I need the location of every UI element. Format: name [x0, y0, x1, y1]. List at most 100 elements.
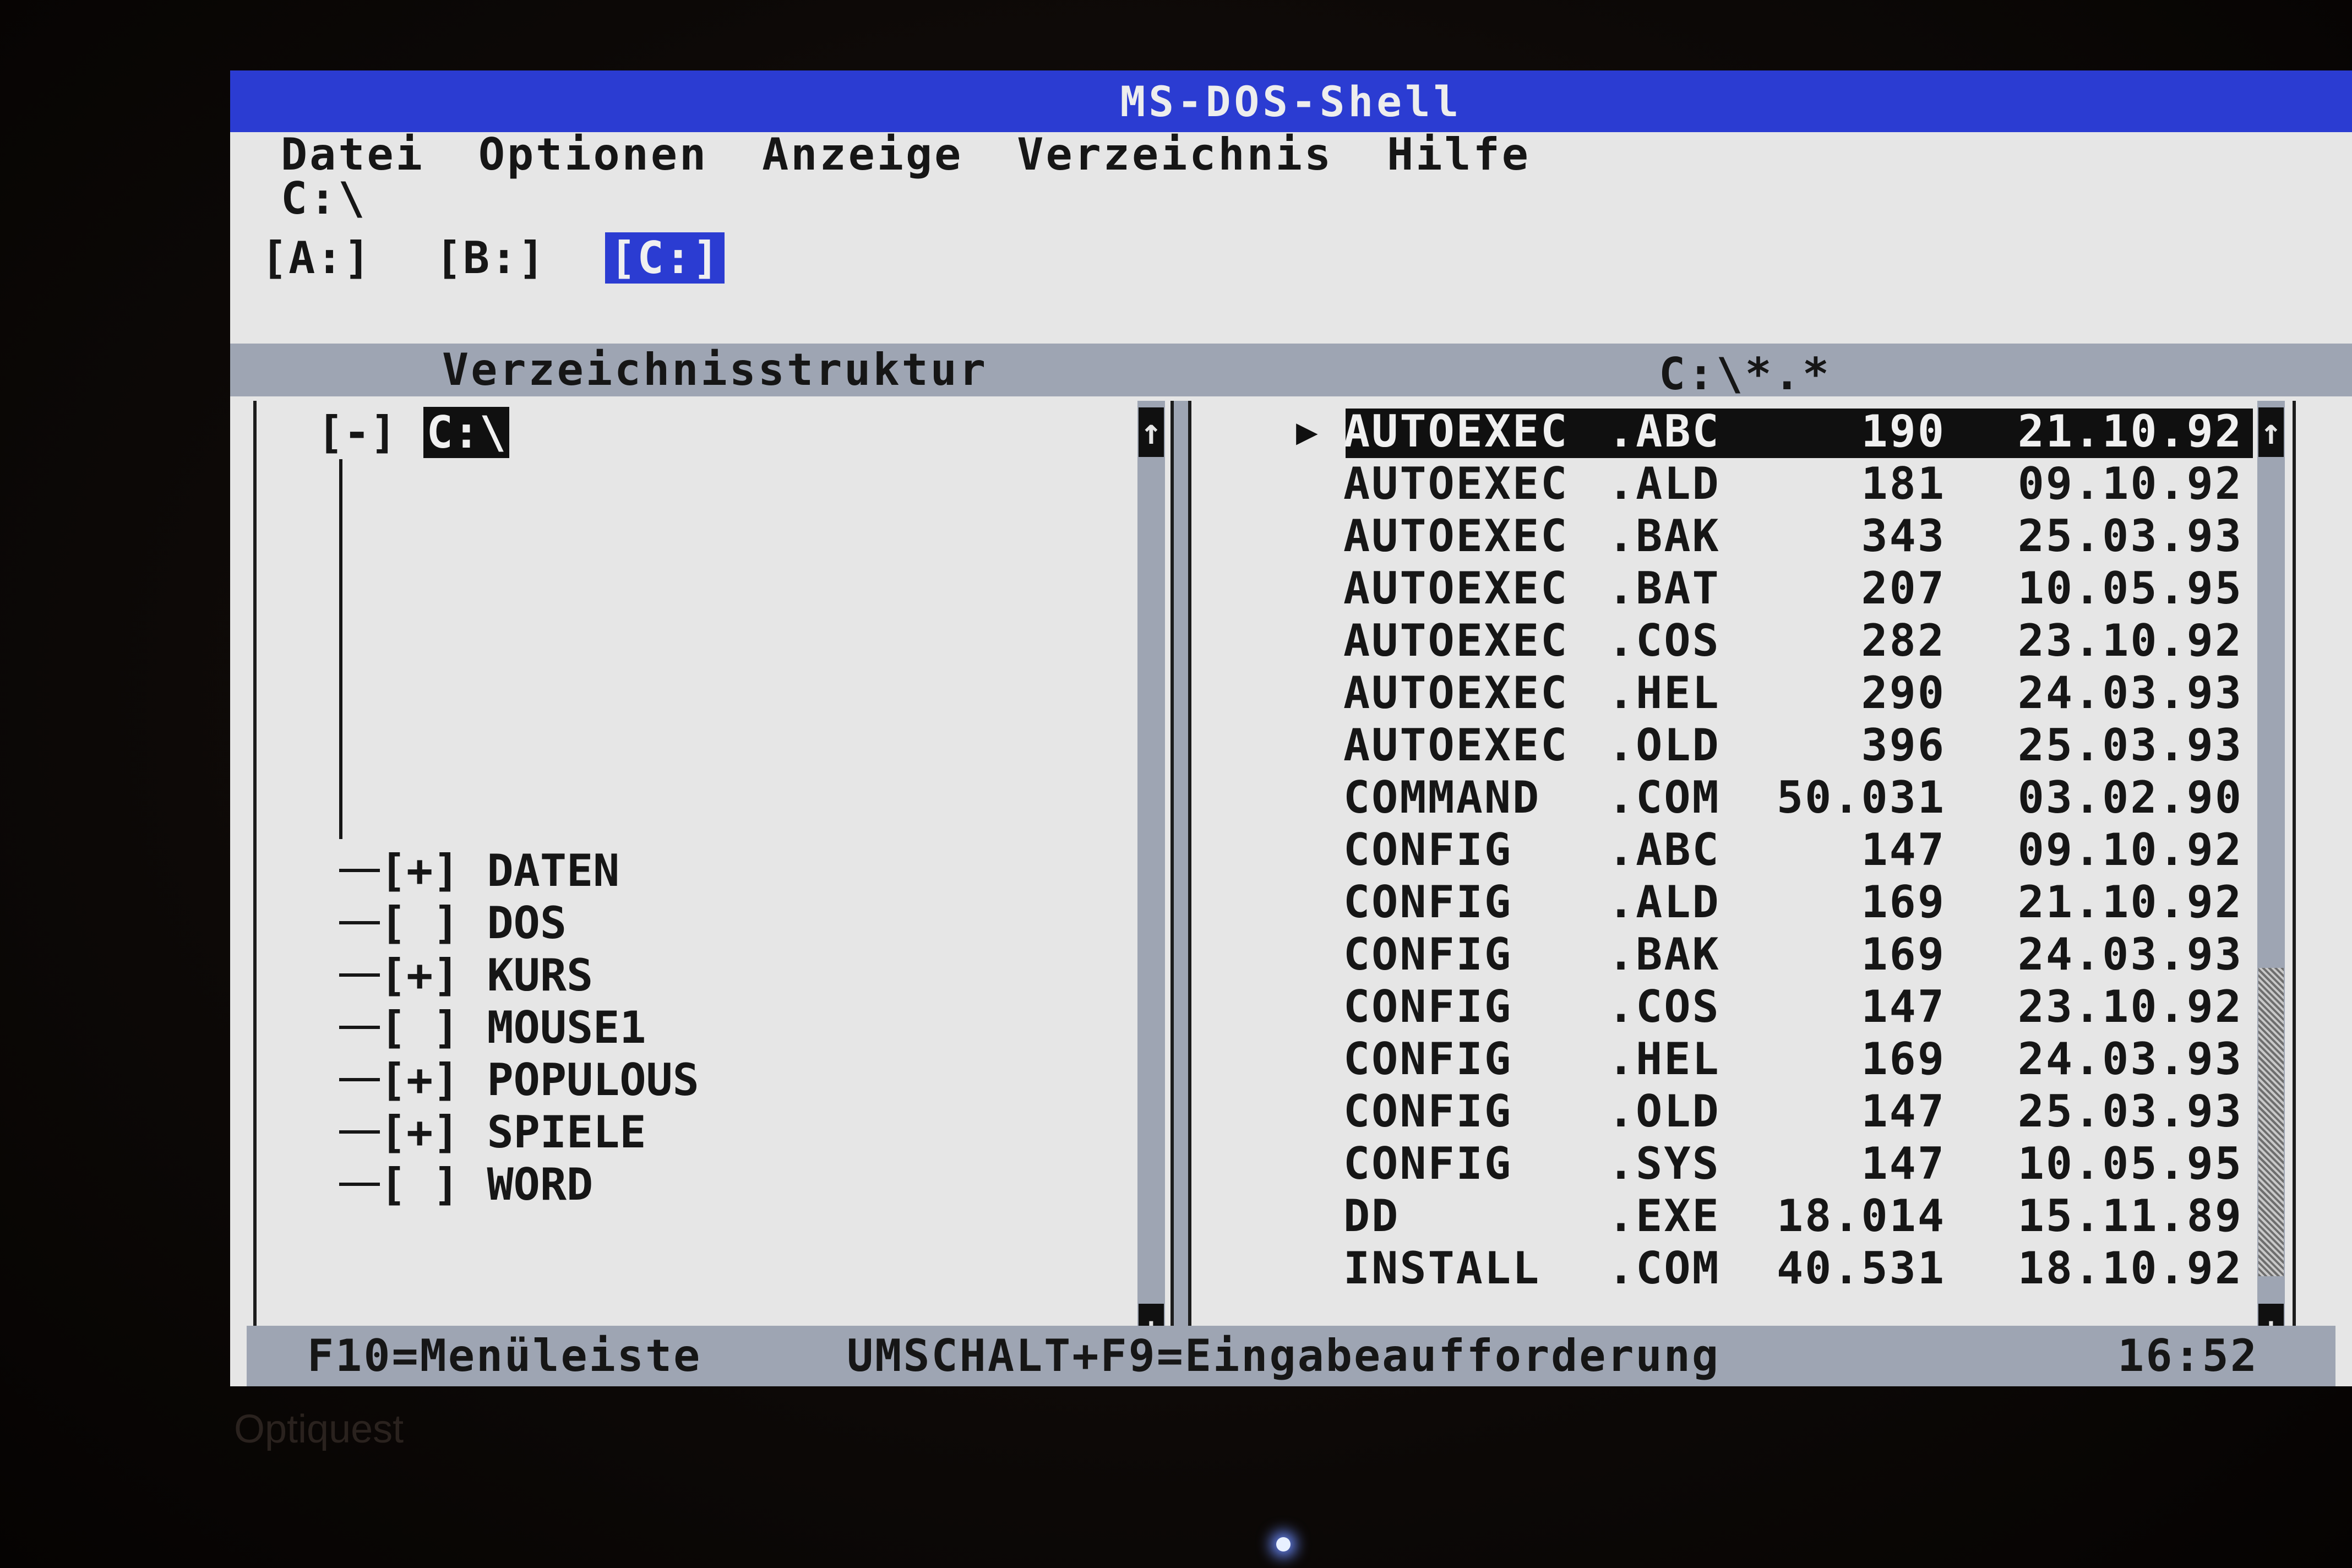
file-row[interactable]: AUTOEXEC .BAK 343 25.03.93: [1191, 510, 2254, 562]
menu-hilfe[interactable]: Hilfe: [1387, 129, 1531, 180]
tree-node-label: DATEN: [487, 845, 620, 896]
file-name: AUTOEXEC: [1343, 510, 1569, 562]
file-extension: .COS: [1608, 615, 1721, 666]
scroll-thumb[interactable]: [2258, 968, 2284, 1276]
file-name: DD: [1343, 1190, 1400, 1242]
file-extension: .ABC: [1608, 406, 1721, 457]
file-date: 03.02.90: [2017, 772, 2243, 823]
menu-datei[interactable]: Datei: [281, 129, 424, 180]
file-size: 147: [1861, 1138, 1946, 1189]
file-size: 40.531: [1777, 1243, 1946, 1294]
tree-branch: [339, 921, 380, 924]
file-date: 21.10.92: [2017, 876, 2243, 928]
file-name: AUTOEXEC: [1343, 563, 1569, 614]
clock: 16:52: [2117, 1330, 2258, 1381]
file-name: AUTOEXEC: [1343, 720, 1569, 771]
file-name: AUTOEXEC: [1343, 458, 1569, 509]
file-row[interactable]: CONFIG .COS 147 23.10.92: [1191, 981, 2254, 1033]
file-name: AUTOEXEC: [1343, 667, 1569, 718]
expand-marker[interactable]: [+]: [380, 950, 460, 1001]
tree-branch: [339, 973, 380, 977]
file-name: CONFIG: [1343, 1086, 1512, 1137]
file-row[interactable]: AUTOEXEC .OLD 396 25.03.93: [1191, 719, 2254, 771]
file-list-panel[interactable]: ▶ AUTOEXEC .ABC 190 21.10.92 AUTOEXEC .A…: [1188, 401, 2296, 1368]
current-path: C:\: [281, 173, 367, 224]
file-row[interactable]: CONFIG .ALD 169 21.10.92: [1191, 876, 2254, 928]
tree-scrollbar[interactable]: ↑ ↓: [1137, 401, 1165, 1364]
tree-node-dos[interactable]: [ ] DOS: [339, 896, 567, 949]
file-row[interactable]: CONFIG .BAK 169 24.03.93: [1191, 928, 2254, 981]
scroll-up-arrow-icon[interactable]: ↑: [1139, 407, 1164, 457]
file-row[interactable]: CONFIG .SYS 147 10.05.95: [1191, 1137, 2254, 1190]
file-row[interactable]: CONFIG .HEL 169 24.03.93: [1191, 1033, 2254, 1085]
file-date: 10.05.95: [2017, 1138, 2243, 1189]
file-size: 169: [1861, 929, 1946, 980]
file-row[interactable]: AUTOEXEC .COS 282 23.10.92: [1191, 614, 2254, 667]
file-row[interactable]: AUTOEXEC .ALD 181 09.10.92: [1191, 458, 2254, 510]
file-row[interactable]: AUTOEXEC .BAT 207 10.05.95: [1191, 562, 2254, 614]
file-date: 25.03.93: [2017, 510, 2243, 562]
tree-branch: [339, 869, 380, 872]
tree-node-label: MOUSE1: [487, 1001, 646, 1053]
tree-node-spiele[interactable]: [+] SPIELE: [339, 1106, 646, 1158]
file-size: 282: [1861, 615, 1946, 666]
file-name: AUTOEXEC: [1343, 615, 1569, 666]
command-prompt-shortcut-hint[interactable]: UMSCHALT+F9=Eingabeaufforderung: [847, 1326, 1720, 1386]
file-size: 396: [1861, 720, 1946, 771]
file-panel-title: C:\*.*: [1659, 349, 1831, 400]
menu-verzeichnis[interactable]: Verzeichnis: [1017, 129, 1333, 180]
expand-marker[interactable]: [+]: [380, 1107, 460, 1158]
scroll-up-arrow-icon[interactable]: ↑: [2258, 407, 2284, 457]
menu-optionen[interactable]: Optionen: [478, 129, 708, 180]
tree-branch: [339, 1078, 380, 1081]
expand-marker[interactable]: [ ]: [380, 1002, 460, 1053]
tree-node-mouse1[interactable]: [ ] MOUSE1: [339, 1001, 646, 1054]
file-date: 09.10.92: [2017, 824, 2243, 875]
expand-marker[interactable]: [+]: [380, 1054, 460, 1106]
file-row[interactable]: CONFIG .OLD 147 25.03.93: [1191, 1085, 2254, 1137]
file-row[interactable]: AUTOEXEC .HEL 290 24.03.93: [1191, 667, 2254, 719]
menu-anzeige[interactable]: Anzeige: [762, 129, 963, 180]
drive-b-button[interactable]: [B:]: [431, 232, 551, 284]
file-date: 25.03.93: [2017, 1086, 2243, 1137]
file-size: 343: [1861, 510, 1946, 562]
file-date: 23.10.92: [2017, 615, 2243, 666]
file-size: 190: [1861, 406, 1946, 457]
file-row[interactable]: INSTALL .COM 40.531 18.10.92: [1191, 1242, 2254, 1294]
drive-c-button[interactable]: [C:]: [605, 232, 725, 284]
file-size: 147: [1861, 981, 1946, 1032]
tree-node-kurs[interactable]: [+] KURS: [339, 949, 593, 1001]
file-extension: .HEL: [1608, 667, 1721, 718]
file-extension: .BAK: [1608, 510, 1721, 562]
file-date: 25.03.93: [2017, 720, 2243, 771]
expand-marker[interactable]: [ ]: [380, 1159, 460, 1210]
tree-node-daten[interactable]: [+] DATEN: [339, 844, 619, 897]
collapse-marker[interactable]: [-]: [317, 407, 397, 458]
file-size: 181: [1861, 458, 1946, 509]
directory-tree-panel[interactable]: [-] C:\ [+] DATEN [ ] DOS [+] KURS [ ] M…: [253, 401, 1174, 1368]
file-date: 15.11.89: [2017, 1190, 2243, 1242]
file-date: 18.10.92: [2017, 1243, 2243, 1294]
file-row[interactable]: CONFIG .ABC 147 09.10.92: [1191, 824, 2254, 876]
tree-node-word[interactable]: [ ] WORD: [339, 1158, 593, 1211]
tree-branch: [339, 1183, 380, 1186]
file-name: INSTALL: [1343, 1243, 1541, 1294]
tree-connector-line: [339, 459, 342, 839]
expand-marker[interactable]: [+]: [380, 845, 460, 896]
file-row[interactable]: DD .EXE 18.014 15.11.89: [1191, 1190, 2254, 1242]
drive-a-button[interactable]: [A:]: [257, 232, 376, 284]
tree-panel-title: Verzeichnisstruktur: [442, 344, 988, 395]
tree-root-name[interactable]: C:\: [423, 407, 510, 458]
menu-bar-shortcut-hint[interactable]: F10=Menüleiste: [307, 1326, 701, 1386]
tree-root[interactable]: [-] C:\: [317, 406, 510, 459]
file-name: CONFIG: [1343, 1033, 1512, 1085]
expand-marker[interactable]: [ ]: [380, 897, 460, 949]
file-extension: .COS: [1608, 981, 1721, 1032]
file-list-scrollbar[interactable]: ↑ ↓: [2257, 401, 2285, 1364]
file-row[interactable]: COMMAND .COM 50.031 03.02.90: [1191, 771, 2254, 824]
tree-node-label: SPIELE: [487, 1106, 646, 1158]
file-extension: .BAT: [1608, 563, 1721, 614]
file-row[interactable]: ▶ AUTOEXEC .ABC 190 21.10.92: [1191, 405, 2254, 458]
tree-node-populous[interactable]: [+] POPULOUS: [339, 1053, 699, 1106]
file-name: COMMAND: [1343, 772, 1541, 823]
